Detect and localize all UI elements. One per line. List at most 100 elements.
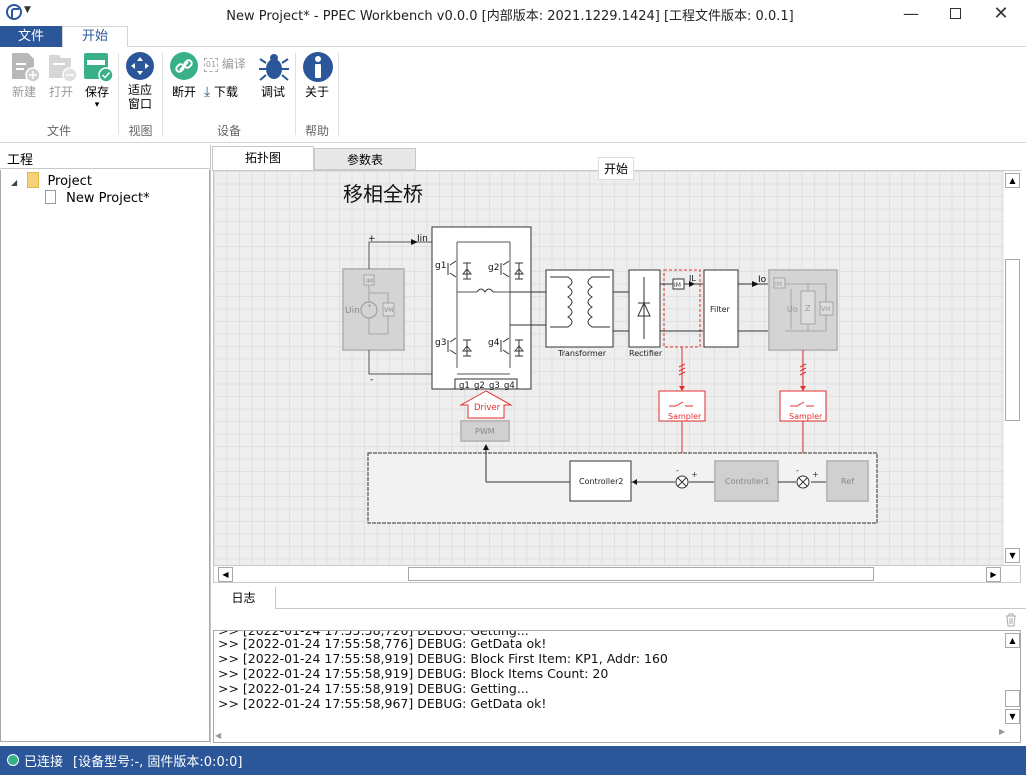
tree-item-project[interactable]: ◢ Project	[11, 172, 92, 189]
debug-button[interactable]: 调试	[256, 51, 290, 100]
tab-log[interactable]: 日志	[212, 587, 276, 610]
scroll-down-button[interactable]: ▼	[1005, 709, 1020, 724]
topology-diagram: 移相全桥 IM + VM Uin + - Iin g1 g2 g3 g4 g1 …	[342, 182, 878, 524]
minimize-button[interactable]: —	[888, 0, 934, 26]
transformer-block[interactable]: Transformer	[545, 269, 614, 358]
scroll-up-button[interactable]: ▲	[1005, 633, 1020, 648]
filter-block[interactable]: Filter	[703, 269, 739, 348]
tree-expander-icon[interactable]: ◢	[11, 178, 17, 187]
connection-status: 已连接	[24, 755, 64, 770]
full-bridge-block[interactable]: g1 g2 g3 g4 g1 g2 g3 g4	[431, 226, 546, 391]
load-block[interactable]: IM Z VM Uo	[768, 269, 838, 351]
log-vertical-scrollbar[interactable]: ▲ ▼	[1004, 631, 1020, 742]
compile-label: 编译	[221, 57, 246, 71]
io-label: Io	[758, 275, 767, 285]
open-button-label: 打开	[48, 85, 73, 99]
download-label: 下载	[214, 85, 239, 99]
save-button[interactable]: 保存 ▾	[80, 51, 114, 110]
device-info: [设备型号:-, 固件版本:0:0:0]	[73, 755, 243, 770]
topology-canvas[interactable]: 移相全桥 IM + VM Uin + - Iin g1 g2 g3 g4 g1 …	[214, 171, 1004, 565]
scroll-thumb[interactable]	[408, 567, 874, 581]
driver-label: Driver	[474, 403, 501, 413]
log-scroll-left-button[interactable]: ◀	[215, 731, 221, 740]
trash-icon[interactable]	[1005, 613, 1017, 627]
scroll-thumb[interactable]	[1005, 690, 1020, 707]
scroll-left-button[interactable]: ◀	[218, 567, 233, 582]
scroll-right-button[interactable]: ▶	[999, 727, 1005, 736]
g2-label: g2	[488, 263, 499, 273]
fit-window-label-1: 适应	[127, 83, 152, 97]
new-button-label: 新建	[11, 85, 36, 99]
uo-label: Uo	[787, 305, 798, 314]
sum2-plus: +	[812, 470, 819, 479]
pwm-block[interactable]: PWM	[460, 420, 510, 442]
input-source-block[interactable]: IM + VM Uin	[342, 268, 405, 351]
maximize-button[interactable]	[932, 0, 978, 26]
link-icon	[169, 51, 199, 81]
input-im-label: IM	[366, 278, 373, 285]
controller2-block[interactable]: Controller2	[569, 460, 632, 502]
rectifier-block[interactable]: Rectifier	[628, 269, 663, 358]
ref-block[interactable]: Ref	[826, 460, 869, 502]
load-vm-label: VM	[821, 306, 830, 313]
tab-topology[interactable]: 拓扑图	[212, 146, 314, 171]
gate-port-g4: g4	[504, 381, 515, 391]
tab-parameters[interactable]: 参数表	[314, 148, 416, 170]
plus-sign: +	[367, 303, 372, 310]
load-im-label: IM	[775, 281, 782, 288]
about-button[interactable]: 关于	[300, 51, 334, 100]
driver-block[interactable]: Driver	[459, 390, 513, 419]
tree-item-new-project[interactable]: New Project*	[45, 190, 150, 206]
canvas-vertical-scrollbar[interactable]: ▲ ▼	[1004, 171, 1021, 565]
close-button[interactable]: ✕	[978, 0, 1024, 26]
save-icon	[82, 51, 114, 83]
sampler-block-2[interactable]: Sampler	[779, 390, 827, 422]
scroll-down-button[interactable]: ▼	[1005, 548, 1020, 563]
open-folder-icon	[46, 51, 78, 83]
sampler-2-label: Sampler	[789, 412, 823, 421]
gate-port-g3: g3	[489, 381, 500, 391]
open-button[interactable]: 打开	[44, 51, 78, 100]
log-line: >> [2022-01-24 17:55:58,776] DEBUG: GetD…	[218, 636, 547, 651]
input-vm-label: VM	[384, 307, 393, 314]
canvas-horizontal-scrollbar[interactable]: ◀ ▶	[213, 566, 1021, 583]
save-button-label: 保存	[84, 85, 109, 99]
log-line: >> [2022-01-24 17:55:58,919] DEBUG: Gett…	[218, 681, 529, 696]
save-dropdown-arrow[interactable]: ▾	[80, 100, 114, 110]
topology-canvas-frame: 移相全桥 IM + VM Uin + - Iin g1 g2 g3 g4 g1 …	[213, 170, 1021, 566]
maximize-icon	[949, 7, 961, 19]
disconnect-button[interactable]: 断开	[167, 51, 201, 100]
document-icon	[45, 190, 56, 204]
fit-window-button[interactable]: 适应 窗口	[122, 51, 158, 111]
scroll-right-button[interactable]: ▶	[986, 567, 1001, 582]
ribbon-tab-file[interactable]: 文件	[0, 26, 62, 47]
minus-terminal: -	[370, 375, 373, 385]
controller2-label: Controller2	[579, 477, 623, 486]
download-button[interactable]: ⤓ 下载	[204, 83, 254, 100]
disconnect-label: 断开	[171, 85, 196, 99]
z-label: Z	[805, 304, 811, 313]
sum2-minus: -	[796, 466, 799, 475]
g3-label: g3	[435, 338, 446, 348]
project-tree: ◢ Project New Project*	[0, 170, 210, 742]
project-panel: 工程 ◢ Project New Project*	[0, 145, 211, 743]
sampler-block-1[interactable]: Sampler	[658, 390, 706, 422]
sampler-1-label: Sampler	[668, 412, 702, 421]
compile-button[interactable]: 01 编译	[204, 55, 254, 72]
ribbon-tab-bar: 文件 开始	[0, 26, 1026, 48]
ribbon-tab-start[interactable]: 开始	[62, 26, 128, 48]
log-output[interactable]: >> [2022-01-24 17:55:58,726] DEBUG: Gett…	[213, 630, 1021, 743]
rectifier-label: Rectifier	[629, 349, 663, 358]
log-line: >> [2022-01-24 17:55:58,919] DEBUG: Bloc…	[218, 666, 609, 681]
controller1-label: Controller1	[725, 477, 769, 486]
minimize-icon: —	[903, 3, 919, 23]
group-label-help: 帮助	[304, 124, 329, 138]
controller1-block[interactable]: Controller1	[714, 460, 779, 502]
new-button[interactable]: 新建	[7, 51, 41, 100]
sum1-minus: -	[676, 466, 679, 475]
scroll-thumb[interactable]	[1005, 259, 1020, 421]
scroll-up-button[interactable]: ▲	[1005, 173, 1020, 188]
window-title: New Project* - PPEC Workbench v0.0.0 [内部…	[226, 9, 794, 24]
fit-window-icon	[125, 51, 155, 81]
tree-item-label: New Project*	[66, 191, 150, 206]
